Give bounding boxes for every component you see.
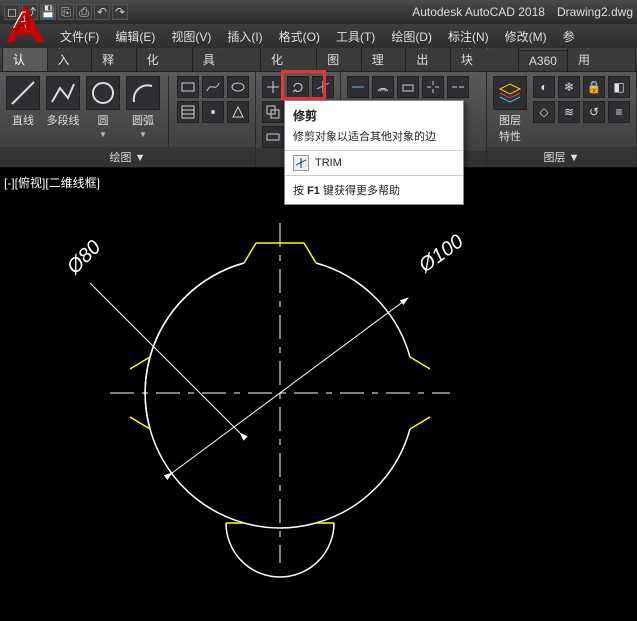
dim-100-text: Ø100	[414, 230, 467, 277]
point-icon[interactable]	[202, 101, 224, 123]
app-logo[interactable]	[4, 24, 48, 48]
stretch-icon[interactable]	[262, 126, 284, 148]
qat-print-icon[interactable]: ⎙	[76, 4, 92, 20]
layer-prev-icon[interactable]: ↺	[583, 101, 605, 123]
rectangle-icon[interactable]	[177, 76, 199, 98]
separator	[285, 175, 463, 176]
copy-icon[interactable]	[262, 101, 284, 123]
hatch-icon[interactable]	[177, 101, 199, 123]
menu-modify[interactable]: 修改(M)	[501, 26, 551, 47]
erase-icon[interactable]	[397, 76, 419, 98]
misc-buttons	[347, 76, 469, 98]
circle-button[interactable]: 圆 ▼	[86, 76, 120, 139]
chevron-down-icon: ▼	[99, 130, 107, 139]
ribbon-tabs: 默认 插入 注释 参数化 三维工具 可视化 视图 管理 输出 附加模块 A360…	[0, 48, 637, 72]
polyline-label: 多段线	[47, 112, 80, 128]
tooltip-command: TRIM	[293, 155, 455, 171]
ellipse-icon[interactable]	[227, 76, 249, 98]
rotate-icon[interactable]	[287, 76, 309, 98]
qat-saveas-icon[interactable]: ⎘	[58, 4, 74, 20]
layer-properties-label: 图层 特性	[499, 112, 521, 144]
qat-new-icon[interactable]: ◻	[4, 4, 20, 20]
dim-80-text: Ø80	[62, 236, 105, 279]
polyline-button[interactable]: 多段线	[46, 76, 80, 128]
arc-icon	[126, 76, 160, 110]
move-icon[interactable]	[262, 76, 284, 98]
join-icon[interactable]	[447, 76, 469, 98]
layer-properties-button[interactable]: 图层 特性	[493, 76, 527, 144]
layer-buttons: ◐ ❄ 🔒 ◧ ◇ ≋ ↺ ≡	[533, 76, 630, 123]
separator	[168, 76, 169, 147]
menu-bar: 文件(F) 编辑(E) 视图(V) 插入(I) 格式(O) 工具(T) 绘图(D…	[0, 24, 637, 48]
drawing-svg: Ø100 Ø80	[0, 168, 637, 621]
tab-a360[interactable]: A360	[518, 50, 568, 71]
explode-icon[interactable]	[422, 76, 444, 98]
circle-icon	[86, 76, 120, 110]
layer-match-icon[interactable]: ≋	[558, 101, 580, 123]
tooltip-title: 修剪	[293, 107, 455, 124]
document-name: Drawing2.dwg	[557, 5, 633, 19]
draw-small-buttons	[177, 76, 249, 123]
panel-draw-title[interactable]: 绘图 ▼	[0, 147, 255, 167]
menu-dimension[interactable]: 标注(N)	[444, 26, 493, 47]
line-button[interactable]: 直线	[6, 76, 40, 128]
chevron-down-icon: ▼	[139, 130, 147, 139]
arc-label: 圆弧	[132, 112, 154, 128]
tooltip-help: 按 F1 键获得更多帮助	[293, 182, 455, 198]
layer-color-icon[interactable]: ◧	[608, 76, 630, 98]
tooltip-trim: 修剪 修剪对象以适合其他对象的边 TRIM 按 F1 键获得更多帮助	[284, 100, 464, 205]
menu-file[interactable]: 文件(F)	[56, 26, 103, 47]
qat-undo-icon[interactable]: ↶	[94, 4, 110, 20]
menu-more[interactable]: 参	[559, 26, 579, 47]
region-icon[interactable]	[227, 101, 249, 123]
polyline-icon	[46, 76, 80, 110]
qat-save-icon[interactable]: 💾	[40, 4, 56, 20]
offset-icon[interactable]	[372, 76, 394, 98]
menu-draw[interactable]: 绘图(D)	[387, 26, 436, 47]
layer-freeze-icon[interactable]: ❄	[558, 76, 580, 98]
layer-iso-icon[interactable]: ◇	[533, 101, 555, 123]
line-label: 直线	[12, 112, 34, 128]
tooltip-desc: 修剪对象以适合其他对象的边	[293, 128, 455, 144]
qat-redo-icon[interactable]: ↷	[112, 4, 128, 20]
drawing-canvas[interactable]: [-][俯视][二维线框]	[0, 168, 637, 621]
line-icon	[6, 76, 40, 110]
arc-button[interactable]: 圆弧 ▼	[126, 76, 160, 139]
panel-layers: 图层 特性 ◐ ❄ 🔒 ◧ ◇ ≋ ↺ ≡ 图层 ▼	[487, 72, 637, 167]
menu-insert[interactable]: 插入(I)	[223, 26, 266, 47]
layers-icon	[493, 76, 527, 110]
extend-icon[interactable]	[347, 76, 369, 98]
layer-off-icon[interactable]: ◐	[533, 76, 555, 98]
menu-tools[interactable]: 工具(T)	[332, 26, 379, 47]
trim-cmd-icon	[293, 155, 309, 171]
separator	[285, 150, 463, 151]
circle-label: 圆	[98, 112, 109, 128]
tooltip-command-name: TRIM	[315, 157, 342, 169]
spline-icon[interactable]	[202, 76, 224, 98]
title-bar: ◻ ⤴ 💾 ⎘ ⎙ ↶ ↷ Autodesk AutoCAD 2018 Draw…	[0, 0, 637, 24]
menu-view[interactable]: 视图(V)	[167, 26, 215, 47]
menu-format[interactable]: 格式(O)	[275, 26, 324, 47]
layer-state-icon[interactable]: ≡	[608, 101, 630, 123]
trim-icon[interactable]	[312, 76, 334, 98]
menu-edit[interactable]: 编辑(E)	[111, 26, 159, 47]
panel-layers-title[interactable]: 图层 ▼	[487, 147, 636, 167]
panel-draw: 直线 多段线 圆 ▼ 圆弧 ▼	[0, 72, 256, 167]
layer-lock-icon[interactable]: 🔒	[583, 76, 605, 98]
app-title: Autodesk AutoCAD 2018	[412, 5, 545, 19]
